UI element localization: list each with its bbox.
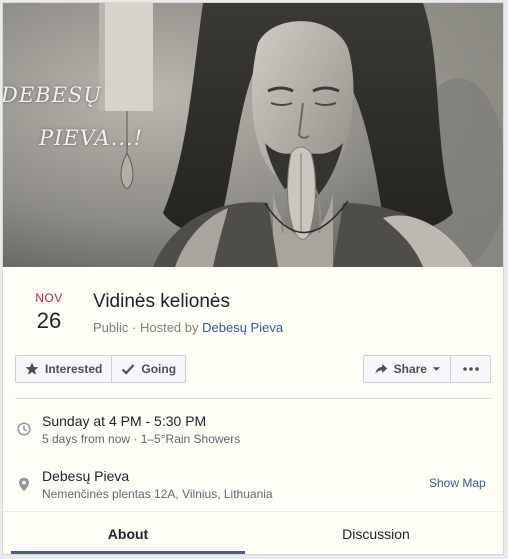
interested-button[interactable]: Interested <box>16 356 111 382</box>
share-button-group: Share <box>363 355 491 383</box>
location-pin-icon <box>19 477 29 492</box>
active-tab-indicator <box>11 551 245 554</box>
cover-photo[interactable]: DEBESŲ PIEVA...! <box>3 3 503 267</box>
cover-text-line2: PIEVA...! <box>39 126 144 150</box>
share-label: Share <box>393 362 427 376</box>
clock-icon <box>17 422 31 436</box>
check-icon <box>122 364 135 375</box>
event-card: DEBESŲ PIEVA...! NOV 26 Vidinės kelionės… <box>2 2 504 555</box>
caret-down-icon <box>432 367 441 371</box>
location-name[interactable]: Debesų Pieva <box>42 468 129 484</box>
star-icon <box>25 362 39 375</box>
more-options-button[interactable] <box>450 356 490 382</box>
interested-label: Interested <box>45 362 103 376</box>
event-month: NOV <box>35 291 63 305</box>
event-subtitle: Public · Hosted by Debesų Pieva <box>93 320 283 335</box>
cover-text-line1: DEBESŲ <box>3 83 103 107</box>
show-map-link[interactable]: Show Map <box>429 476 486 490</box>
tab-about[interactable]: About <box>7 512 249 554</box>
event-title[interactable]: Vidinės kelionės <box>93 291 230 313</box>
rsvp-button-group: Interested Going <box>15 355 187 383</box>
going-label: Going <box>141 362 177 376</box>
tab-discussion[interactable]: Discussion <box>255 512 497 554</box>
event-time[interactable]: Sunday at 4 PM - 5:30 PM <box>42 413 206 429</box>
event-date: NOV 26 <box>21 291 77 334</box>
going-button[interactable]: Going <box>111 356 185 382</box>
event-time-details: 5 days from now · 1–5°Rain Showers <box>42 432 241 446</box>
event-day: 26 <box>36 308 62 333</box>
more-dots-icon <box>462 367 479 371</box>
location-address: Nemenčinės plentas 12A, Vilnius, Lithuan… <box>42 487 273 501</box>
share-button[interactable]: Share <box>364 356 450 382</box>
event-host-link[interactable]: Debesų Pieva <box>202 320 283 335</box>
share-arrow-icon <box>375 364 388 374</box>
event-visibility: Public · Hosted by <box>93 320 199 335</box>
section-divider <box>15 398 491 399</box>
